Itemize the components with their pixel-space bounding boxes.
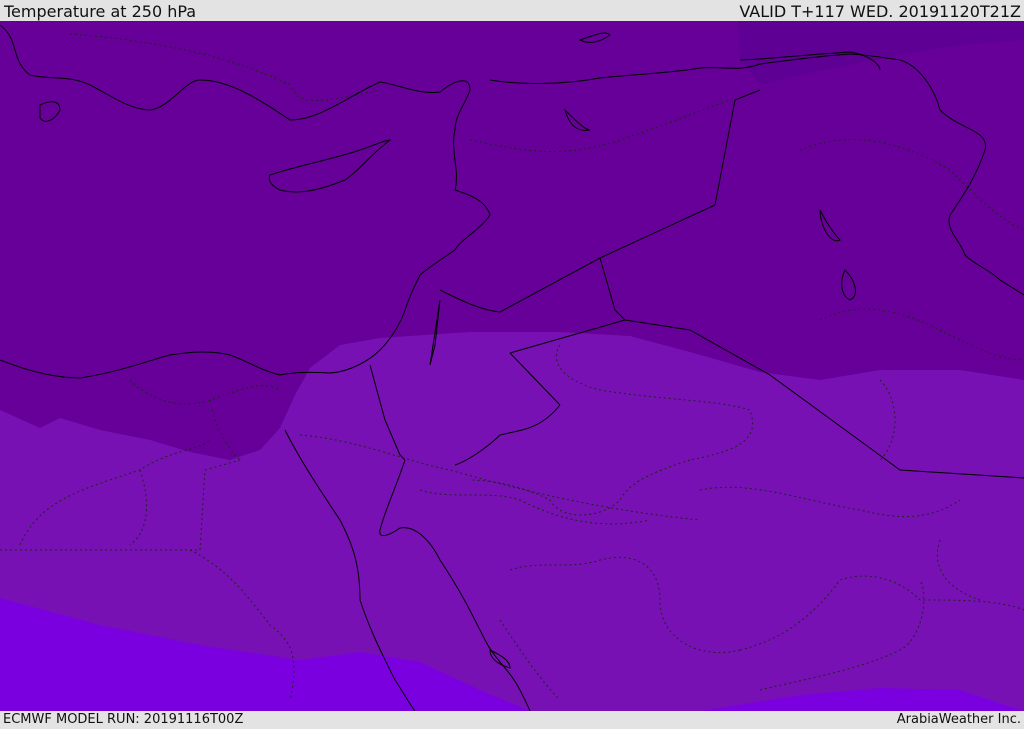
weather-map <box>0 21 1024 711</box>
valid-time: VALID T+117 WED. 20191120T21Z <box>739 2 1021 21</box>
model-run: ECMWF MODEL RUN: 20191116T00Z <box>3 712 244 727</box>
header-bar: Temperature at 250 hPa VALID T+117 WED. … <box>0 0 1024 21</box>
footer-bar: ECMWF MODEL RUN: 20191116T00Z ArabiaWeat… <box>0 711 1024 729</box>
credit-text: ArabiaWeather Inc. <box>896 712 1021 727</box>
map-title: Temperature at 250 hPa <box>4 2 197 21</box>
